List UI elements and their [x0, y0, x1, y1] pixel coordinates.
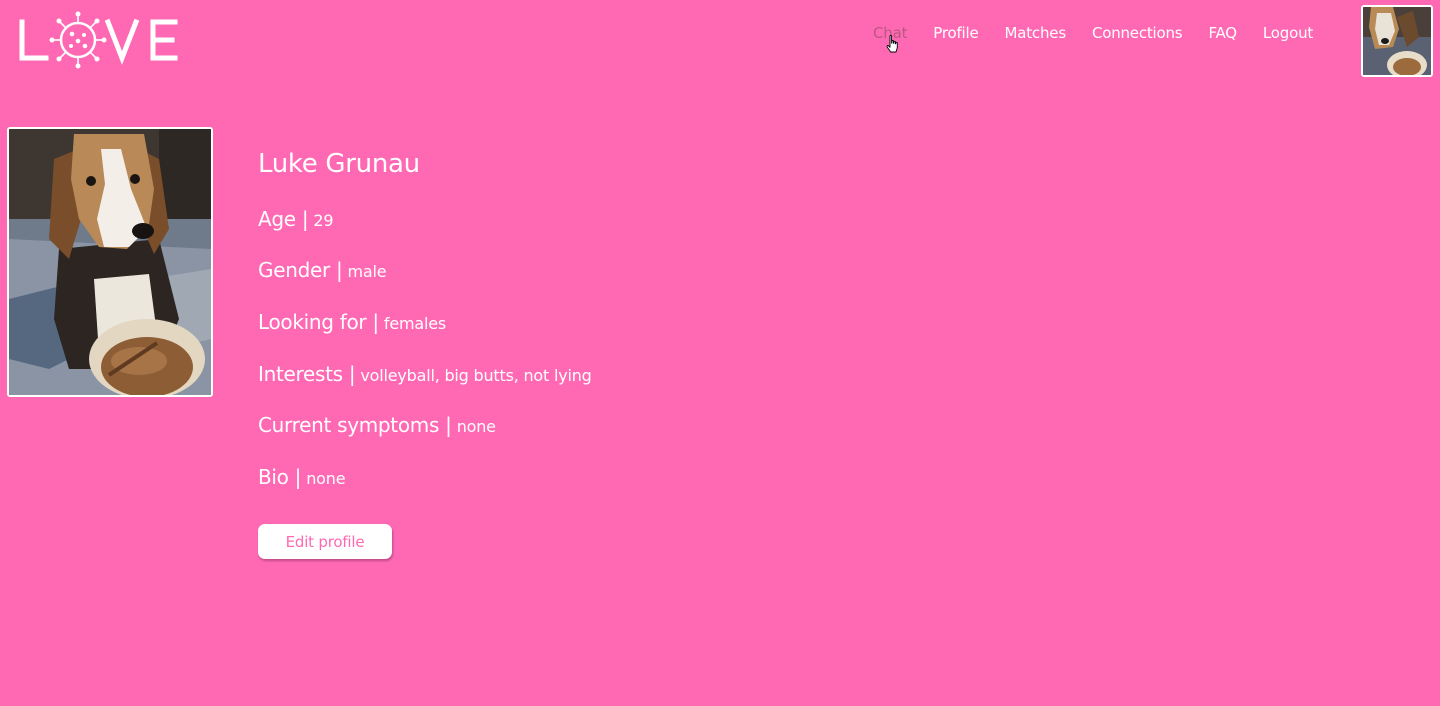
profile-info: Luke Grunau [258, 146, 958, 184]
field-value: 29 [313, 211, 334, 230]
field-value: none [306, 469, 346, 488]
user-avatar[interactable] [1361, 5, 1433, 77]
main-nav: Chat Profile Matches Connections FAQ Log… [860, 22, 1326, 44]
field-label: Looking for | [258, 310, 379, 334]
field-label: Current symptoms | [258, 413, 452, 437]
field-age: Age | 29 [258, 207, 334, 231]
profile-photo [7, 127, 213, 397]
hand-pointer-cursor-icon [886, 35, 898, 53]
field-interests: Interests | volleyball, big butts, not l… [258, 362, 592, 386]
field-label: Gender | [258, 258, 343, 282]
nav-faq[interactable]: FAQ [1195, 22, 1249, 44]
nav-matches[interactable]: Matches [992, 22, 1079, 44]
dog-photo-icon [9, 129, 211, 395]
nav-profile[interactable]: Profile [920, 22, 991, 44]
field-value: none [456, 417, 496, 436]
nav-connections[interactable]: Connections [1079, 22, 1196, 44]
edit-profile-button[interactable]: Edit profile [258, 524, 392, 559]
field-value: females [383, 314, 447, 333]
field-current-symptoms: Current symptoms | none [258, 413, 496, 437]
nav-logout[interactable]: Logout [1250, 22, 1326, 44]
love-logo[interactable] [18, 10, 183, 72]
field-value: volleyball, big butts, not lying [360, 366, 592, 385]
dog-avatar-icon [1363, 7, 1431, 75]
field-label: Age | [258, 207, 309, 231]
field-bio: Bio | none [258, 465, 346, 489]
field-label: Bio | [258, 465, 302, 489]
field-gender: Gender | male [258, 258, 387, 282]
profile-name: Luke Grunau [258, 149, 420, 179]
header: Chat Profile Matches Connections FAQ Log… [0, 0, 1440, 90]
field-value: male [347, 262, 387, 281]
field-label: Interests | [258, 362, 356, 386]
field-looking-for: Looking for | females [258, 310, 446, 334]
